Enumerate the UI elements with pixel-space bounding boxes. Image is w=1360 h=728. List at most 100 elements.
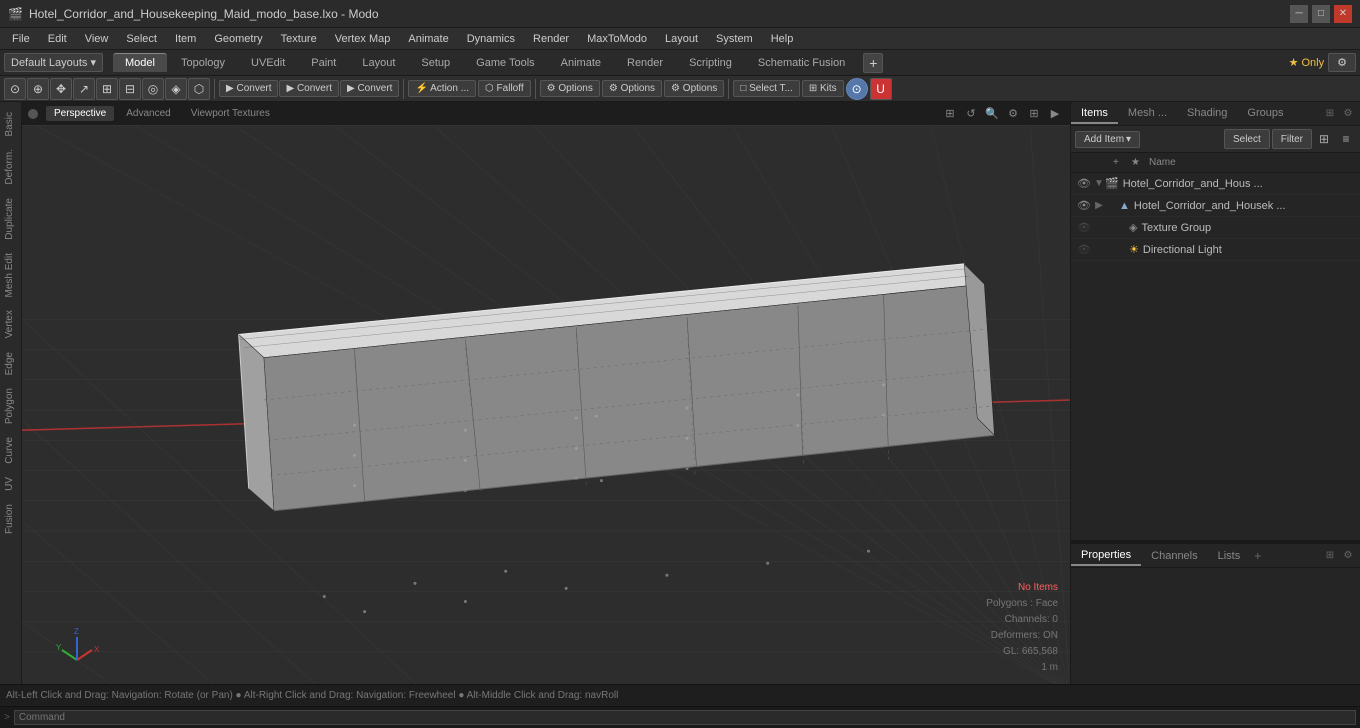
kits-button[interactable]: ⊞ Kits xyxy=(802,80,844,97)
menu-system[interactable]: System xyxy=(708,31,761,47)
panel-tab-groups[interactable]: Groups xyxy=(1237,104,1293,124)
close-button[interactable]: ✕ xyxy=(1334,5,1352,23)
prop-tab-add[interactable]: + xyxy=(1254,549,1261,563)
tab-model[interactable]: Model xyxy=(113,53,167,72)
panel-tab-items[interactable]: Items xyxy=(1071,104,1118,124)
tab-topology[interactable]: Topology xyxy=(169,54,237,72)
action-button[interactable]: ⚡ Action ... xyxy=(408,80,476,97)
sidebar-tab-duplicate[interactable]: Duplicate xyxy=(1,192,20,246)
sidebar-tab-curve[interactable]: Curve xyxy=(1,431,20,470)
panel-tab-shading[interactable]: Shading xyxy=(1177,104,1237,124)
prop-settings-button[interactable]: ⚙ xyxy=(1340,548,1356,564)
layout-settings-button[interactable]: ⚙ xyxy=(1328,53,1356,72)
toolbar-circle-icon[interactable]: ⊙ xyxy=(846,78,868,100)
items-list[interactable]: 👁 ▼ 🎬 Hotel_Corridor_and_Hous ... 👁 ▶ ▲ … xyxy=(1071,173,1360,540)
menu-texture[interactable]: Texture xyxy=(273,31,325,47)
menu-help[interactable]: Help xyxy=(763,31,802,47)
tab-render[interactable]: Render xyxy=(615,54,675,72)
menu-select[interactable]: Select xyxy=(118,31,165,47)
vp-ctrl-grid[interactable]: ⊞ xyxy=(1025,105,1043,123)
panel-settings-button[interactable]: ⚙ xyxy=(1340,106,1356,122)
tab-uvedit[interactable]: UVEdit xyxy=(239,54,297,72)
item-expand-root[interactable]: ▼ xyxy=(1093,178,1105,189)
item-eye-directional-light[interactable]: 👁 xyxy=(1075,243,1093,256)
menu-geometry[interactable]: Geometry xyxy=(206,31,270,47)
vp-ctrl-settings[interactable]: ⚙ xyxy=(1004,105,1022,123)
vp-ctrl-zoom[interactable]: 🔍 xyxy=(983,105,1001,123)
tab-add-button[interactable]: + xyxy=(863,53,883,73)
sidebar-tab-basic[interactable]: Basic xyxy=(1,106,20,142)
tab-gametools[interactable]: Game Tools xyxy=(464,54,547,72)
sidebar-tab-edge[interactable]: Edge xyxy=(1,346,20,381)
viewport-tab-textures[interactable]: Viewport Textures xyxy=(183,106,278,121)
select-t-button[interactable]: □ Select T... xyxy=(733,80,800,97)
vp-ctrl-play[interactable]: ▶ xyxy=(1046,105,1064,123)
item-eye-root[interactable]: 👁 xyxy=(1075,177,1093,190)
sidebar-tab-fusion[interactable]: Fusion xyxy=(1,498,20,540)
toolbar-u-button[interactable]: U xyxy=(870,78,892,100)
toolbar-icon-3[interactable]: ✥ xyxy=(50,78,72,100)
convert-button-2[interactable]: ▶ Convert xyxy=(279,80,338,97)
toolbar-icon-7[interactable]: ◎ xyxy=(142,78,164,100)
viewport-tab-perspective[interactable]: Perspective xyxy=(46,106,114,121)
toolbar-icon-2[interactable]: ⊕ xyxy=(27,78,49,100)
tab-setup[interactable]: Setup xyxy=(409,54,462,72)
list-item-root[interactable]: 👁 ▼ 🎬 Hotel_Corridor_and_Hous ... xyxy=(1071,173,1360,195)
menu-render[interactable]: Render xyxy=(525,31,577,47)
viewport-area[interactable]: Perspective Advanced Viewport Textures ⊞… xyxy=(22,102,1070,684)
options-button-1[interactable]: ⚙ Options xyxy=(540,80,600,97)
convert-button-1[interactable]: ▶ Convert xyxy=(219,80,278,97)
menu-animate[interactable]: Animate xyxy=(400,31,456,47)
prop-tab-lists[interactable]: Lists xyxy=(1208,547,1251,565)
maximize-button[interactable]: □ xyxy=(1312,5,1330,23)
item-eye-mesh[interactable]: 👁 xyxy=(1075,199,1093,212)
sidebar-tab-vertex[interactable]: Vertex xyxy=(1,304,20,344)
toolbar-icon-8[interactable]: ◈ xyxy=(165,78,187,100)
layout-dropdown[interactable]: Default Layouts ▾ xyxy=(4,53,103,72)
toolbar-icon-4[interactable]: ↗ xyxy=(73,78,95,100)
menu-edit[interactable]: Edit xyxy=(40,31,75,47)
viewport-canvas[interactable]: X Y Z No Items Polygons : Face Channels:… xyxy=(22,126,1070,684)
add-item-button[interactable]: Add Item ▾ xyxy=(1075,131,1140,148)
viewport-tab-advanced[interactable]: Advanced xyxy=(118,106,178,121)
items-icon-settings[interactable]: ≡ xyxy=(1336,129,1356,149)
toolbar-icon-6[interactable]: ⊟ xyxy=(119,78,141,100)
panel-maximize-button[interactable]: ⊞ xyxy=(1322,106,1338,122)
toolbar-icon-9[interactable]: ⬡ xyxy=(188,78,210,100)
options-button-3[interactable]: ⚙ Options xyxy=(664,80,724,97)
tab-scripting[interactable]: Scripting xyxy=(677,54,744,72)
item-expand-mesh[interactable]: ▶ xyxy=(1093,200,1105,211)
filter-button[interactable]: Filter xyxy=(1272,129,1312,149)
command-input[interactable] xyxy=(14,710,1356,725)
minimize-button[interactable]: ─ xyxy=(1290,5,1308,23)
item-eye-texture-group[interactable]: 👁 xyxy=(1075,221,1093,234)
sidebar-tab-polygon[interactable]: Polygon xyxy=(1,382,20,430)
items-icon-expand[interactable]: ⊞ xyxy=(1314,129,1334,149)
panel-tab-mesh[interactable]: Mesh ... xyxy=(1118,104,1177,124)
list-item-mesh[interactable]: 👁 ▶ ▲ Hotel_Corridor_and_Housek ... xyxy=(1071,195,1360,217)
list-item-texture-group[interactable]: 👁 ◈ Texture Group xyxy=(1071,217,1360,239)
vp-ctrl-frame[interactable]: ⊞ xyxy=(941,105,959,123)
tab-animate[interactable]: Animate xyxy=(549,54,613,72)
falloff-button[interactable]: ⬡ Falloff xyxy=(478,80,531,97)
vp-ctrl-rotate[interactable]: ↺ xyxy=(962,105,980,123)
select-button[interactable]: Select xyxy=(1224,129,1270,149)
tab-layout[interactable]: Layout xyxy=(350,54,407,72)
sidebar-tab-deform[interactable]: Deform. xyxy=(1,143,20,191)
menu-vertexmap[interactable]: Vertex Map xyxy=(327,31,399,47)
list-item-directional-light[interactable]: 👁 ☀ Directional Light xyxy=(1071,239,1360,261)
options-button-2[interactable]: ⚙ Options xyxy=(602,80,662,97)
star-only-label[interactable]: ★ Only xyxy=(1289,56,1325,69)
toolbar-icon-1[interactable]: ⊙ xyxy=(4,78,26,100)
prop-tab-properties[interactable]: Properties xyxy=(1071,546,1141,566)
menu-layout[interactable]: Layout xyxy=(657,31,706,47)
menu-maxtomodo[interactable]: MaxToModo xyxy=(579,31,655,47)
sidebar-tab-uv[interactable]: UV xyxy=(1,471,20,497)
prop-maximize-button[interactable]: ⊞ xyxy=(1322,548,1338,564)
convert-button-3[interactable]: ▶ Convert xyxy=(340,80,399,97)
sidebar-tab-meshedit[interactable]: Mesh Edit xyxy=(1,247,20,303)
menu-dynamics[interactable]: Dynamics xyxy=(459,31,523,47)
tab-paint[interactable]: Paint xyxy=(299,54,348,72)
tab-schematic-fusion[interactable]: Schematic Fusion xyxy=(746,54,857,72)
toolbar-icon-5[interactable]: ⊞ xyxy=(96,78,118,100)
